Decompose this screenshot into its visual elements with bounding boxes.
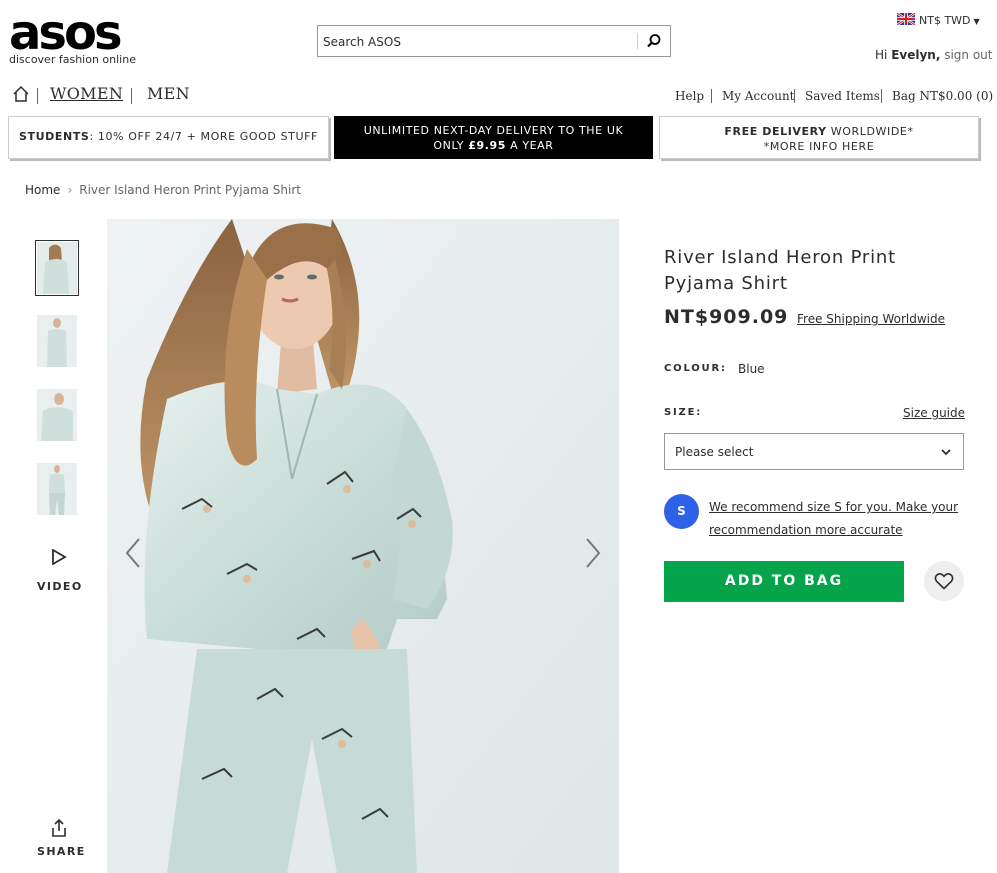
asos-logo[interactable]: asos <box>9 13 134 53</box>
share-icon[interactable] <box>49 818 69 838</box>
size-guide-link[interactable]: Size guide <box>903 406 965 420</box>
nav-divider <box>131 88 132 104</box>
play-icon[interactable] <box>51 549 67 565</box>
help-link[interactable]: Help <box>675 89 704 103</box>
product-title: River Island Heron Print Pyjama Shirt <box>664 247 896 294</box>
free-shipping-link[interactable]: Free Shipping Worldwide <box>797 312 945 326</box>
nav-men[interactable]: MEN <box>147 84 190 103</box>
home-icon[interactable] <box>12 85 30 103</box>
breadcrumb-current: River Island Heron Print Pyjama Shirt <box>79 183 302 197</box>
saved-items-link[interactable]: Saved Items <box>805 89 880 103</box>
free-bold: FREE DELIVERY <box>724 125 827 138</box>
product-price: NT$909.09 <box>664 306 789 328</box>
bag-link[interactable]: Bag NT$0.00 (0) <box>892 89 993 103</box>
sign-out-link[interactable]: sign out <box>944 48 992 62</box>
chevron-down-icon <box>941 449 951 456</box>
delivery-line2-prefix: ONLY <box>433 139 469 152</box>
free-line2: *MORE INFO HERE <box>763 140 875 153</box>
thumbnail-3[interactable] <box>37 389 77 441</box>
search-divider <box>637 33 638 49</box>
product-image <box>107 219 619 873</box>
search-input[interactable]: Search ASOS <box>323 35 401 49</box>
heart-icon <box>934 573 954 590</box>
colour-label: COLOUR: <box>664 363 727 374</box>
search-box[interactable]: Search ASOS <box>317 25 671 57</box>
my-account-link[interactable]: My Account <box>722 89 795 103</box>
delivery-price: £9.95 <box>468 139 506 152</box>
nav-divider <box>37 88 38 104</box>
free-text: WORLDWIDE* <box>826 125 914 138</box>
thumbnail-4[interactable] <box>37 463 77 515</box>
save-for-later-button[interactable] <box>924 561 964 601</box>
share-label[interactable]: SHARE <box>37 845 86 858</box>
free-delivery-banner[interactable]: FREE DELIVERY WORLDWIDE* *MORE INFO HERE <box>659 116 979 159</box>
size-recommendation-link[interactable]: We recommend size S for you. Make your r… <box>709 496 964 542</box>
next-image-arrow[interactable] <box>583 537 603 569</box>
prev-image-arrow[interactable] <box>123 537 143 569</box>
util-divider <box>794 89 795 103</box>
colour-value: Blue <box>738 362 765 376</box>
size-recommendation-badge: S <box>664 494 699 529</box>
add-to-bag-button[interactable]: ADD TO BAG <box>664 561 904 602</box>
breadcrumb: Home › River Island Heron Print Pyjama Shi… <box>25 183 301 197</box>
thumbnail-2[interactable] <box>37 315 77 367</box>
tagline: discover fashion online <box>9 53 136 66</box>
size-select[interactable]: Please select <box>664 433 964 470</box>
students-banner[interactable]: STUDENTS: 10% OFF 24/7 + MORE GOOD STUFF <box>8 116 329 159</box>
size-select-value: Please select <box>675 445 754 459</box>
breadcrumb-separator: › <box>67 183 73 197</box>
students-bold: STUDENTS <box>19 130 90 143</box>
thumbnail-1[interactable] <box>35 240 79 296</box>
search-icon[interactable] <box>645 32 663 50</box>
greeting-prefix: Hi <box>875 48 888 62</box>
delivery-line2-suffix: A YEAR <box>506 139 554 152</box>
size-label: SIZE: <box>664 407 703 418</box>
delivery-line2: ONLY £9.95 A YEAR <box>334 138 653 153</box>
breadcrumb-home[interactable]: Home <box>25 183 60 197</box>
students-text: : 10% OFF 24/7 + MORE GOOD STUFF <box>89 130 318 143</box>
free-line1: FREE DELIVERY WORLDWIDE* <box>660 124 978 139</box>
user-name: Evelyn, <box>891 48 941 62</box>
user-greeting: Hi Evelyn, sign out <box>875 48 993 62</box>
util-divider <box>711 89 712 103</box>
util-divider <box>881 89 882 103</box>
uk-flag-icon <box>897 13 915 25</box>
caret-down-icon: ▼ <box>973 17 980 26</box>
nav-women[interactable]: WOMEN <box>50 84 123 103</box>
currency-label: NT$ TWD <box>919 14 971 27</box>
delivery-line1: UNLIMITED NEXT-DAY DELIVERY TO THE UK <box>363 124 624 137</box>
logo-text: asos <box>9 13 121 53</box>
currency-selector[interactable]: NT$ TWD ▼ <box>897 13 980 27</box>
video-label[interactable]: VIDEO <box>37 580 83 593</box>
delivery-banner[interactable]: UNLIMITED NEXT-DAY DELIVERY TO THE UK ON… <box>334 116 653 159</box>
